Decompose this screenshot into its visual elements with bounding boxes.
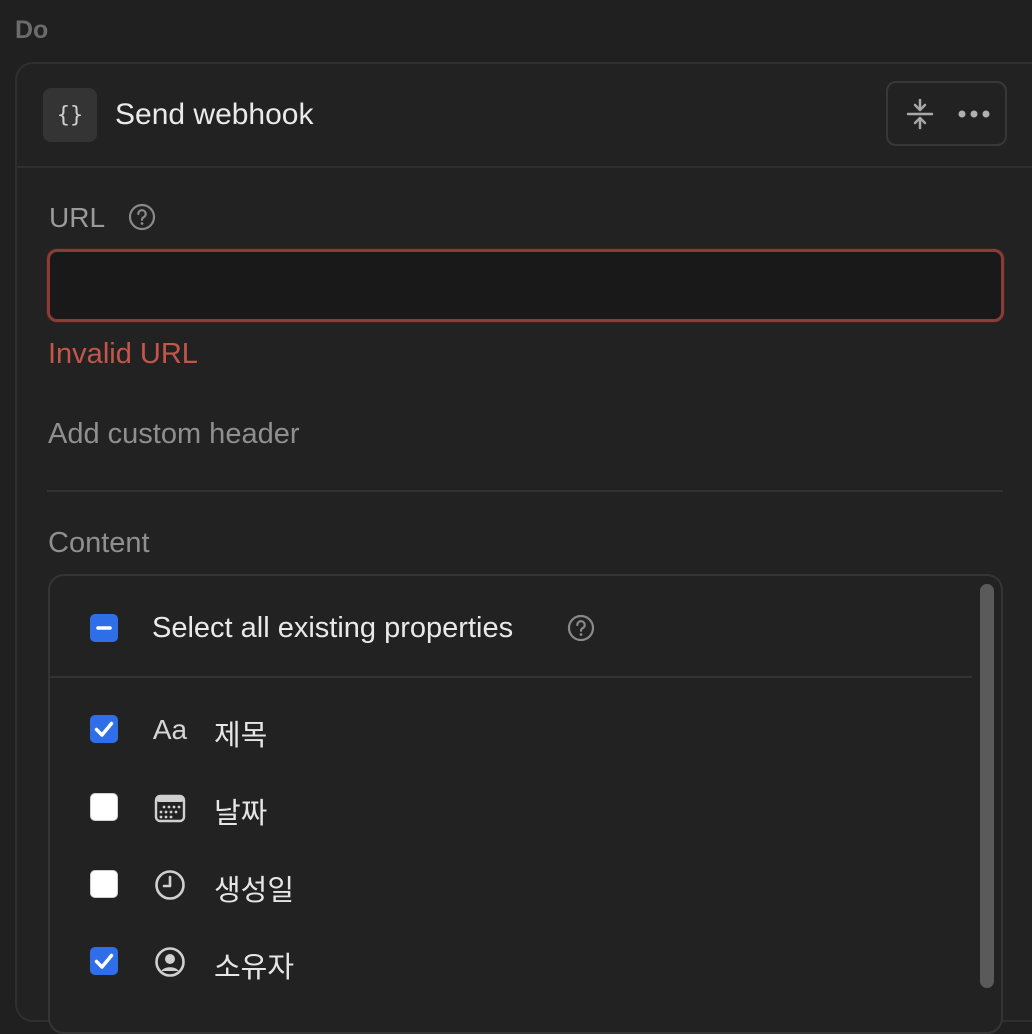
clock-icon [152, 867, 188, 903]
card-header: {} Send webhook [17, 64, 1032, 168]
divider [47, 490, 1003, 492]
checkmark-icon [94, 953, 114, 969]
header-toolbar [886, 81, 1007, 146]
select-all-checkbox[interactable] [90, 614, 118, 642]
property-checkbox[interactable] [90, 947, 118, 975]
select-all-row[interactable]: Select all existing properties [50, 576, 972, 678]
property-row[interactable]: 날짜 [50, 772, 972, 842]
property-label: 날짜 [214, 798, 268, 830]
url-label: URL [49, 202, 106, 233]
checkmark-icon [94, 721, 114, 737]
property-label: 제목 [214, 720, 268, 752]
collapse-button[interactable] [900, 95, 940, 133]
property-row[interactable]: Aa 제목 [50, 694, 972, 764]
more-options-button[interactable] [954, 95, 994, 133]
webhook-action-card: {} Send webhook URL Invalid URL Add cust… [15, 62, 1032, 1034]
scrollbar[interactable] [980, 584, 994, 988]
property-checkbox[interactable] [90, 715, 118, 743]
section-label: Do [15, 16, 49, 44]
help-icon[interactable] [128, 203, 156, 231]
person-circle-icon [152, 944, 188, 980]
help-icon[interactable] [567, 614, 595, 642]
property-label: 소유자 [214, 952, 295, 984]
url-error-message: Invalid URL [48, 338, 198, 370]
add-custom-header-link[interactable]: Add custom header [48, 418, 299, 451]
url-input[interactable] [47, 249, 1004, 322]
content-label: Content [48, 527, 150, 559]
collapse-icon [906, 98, 934, 130]
braces-icon: {} [43, 88, 97, 142]
properties-list: Select all existing properties Aa 제목 날짜 … [48, 574, 1003, 1034]
ellipsis-icon [958, 110, 990, 118]
action-title: Send webhook [115, 98, 314, 131]
text-aa-icon: Aa [152, 714, 188, 745]
property-row[interactable]: 생성일 [50, 849, 972, 919]
calendar-icon [152, 790, 188, 826]
property-label: 생성일 [214, 875, 295, 907]
property-row[interactable]: 소유자 [50, 926, 972, 996]
select-all-label: Select all existing properties [152, 612, 514, 644]
property-checkbox[interactable] [90, 793, 118, 821]
property-checkbox[interactable] [90, 870, 118, 898]
minus-icon [96, 626, 112, 630]
